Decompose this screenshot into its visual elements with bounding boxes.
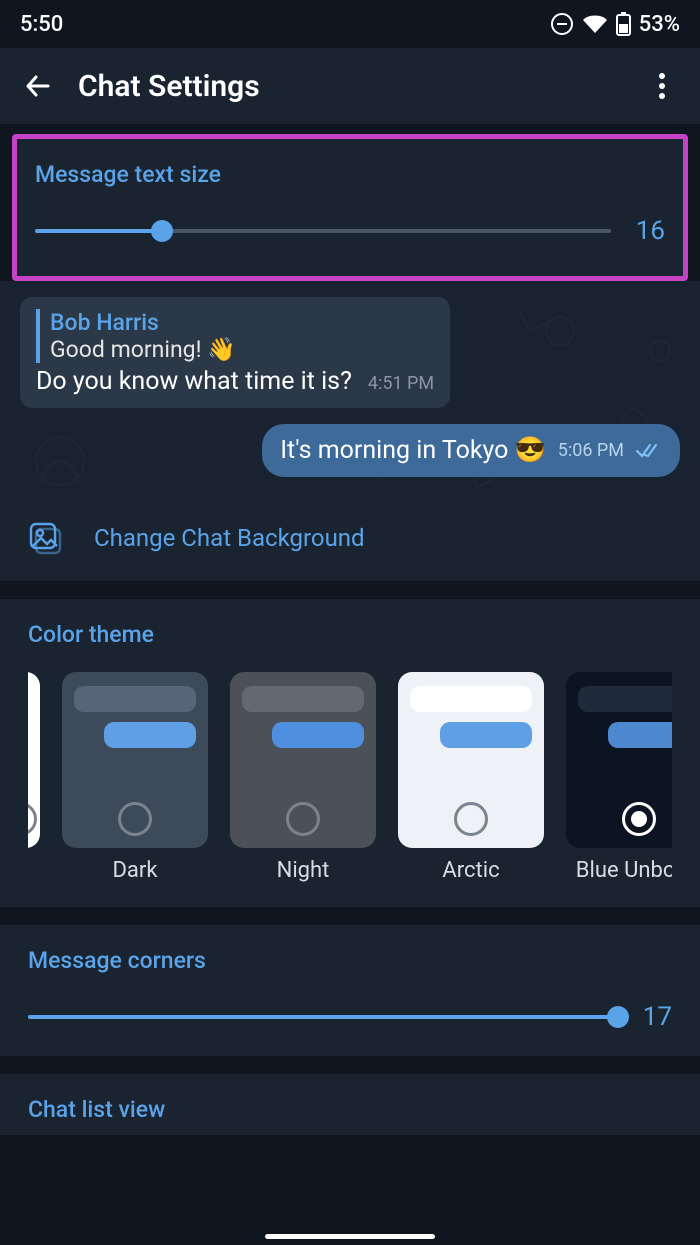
page-title: Chat Settings [78, 69, 636, 104]
chat-list-view-section: Chat list view [0, 1074, 700, 1135]
theme-label: Night [277, 858, 330, 883]
corners-value: 17 [636, 1002, 672, 1032]
reply-sender-name: Bob Harris [50, 309, 434, 336]
reply-block: Bob Harris Good morning! 👋 [36, 309, 434, 363]
theme-option[interactable] [28, 672, 40, 883]
theme-label: Arctic [442, 858, 499, 883]
change-background-row[interactable]: Change Chat Background [0, 495, 700, 581]
status-right: 53% [550, 12, 680, 37]
text-size-section: Message text size 16 [12, 134, 688, 281]
slider-thumb[interactable] [607, 1006, 629, 1028]
change-background-label: Change Chat Background [94, 524, 365, 552]
overflow-menu-button[interactable] [636, 60, 688, 112]
theme-bubble-out [104, 722, 196, 748]
theme-option[interactable]: ⋮ Blue Unbou… [566, 672, 672, 883]
more-vert-icon [658, 72, 666, 100]
theme-option[interactable]: Arctic [398, 672, 544, 883]
theme-radio[interactable] [622, 802, 656, 836]
theme-scroller[interactable]: Dark Night Arctic ⋮ Blue Unbou… [28, 672, 672, 883]
battery-percent: 53% [639, 12, 680, 37]
incoming-message-text: Do you know what time it is? [36, 367, 352, 396]
theme-radio[interactable] [286, 802, 320, 836]
home-indicator[interactable] [265, 1234, 435, 1239]
theme-bubble-in [242, 686, 364, 712]
message-corners-title: Message corners [28, 947, 672, 974]
slider-fill [28, 1015, 618, 1019]
incoming-message-time: 4:51 PM [368, 373, 434, 394]
theme-bubble-out [608, 722, 672, 748]
outgoing-message-bubble: It's morning in Tokyo 😎 5:06 PM [262, 424, 680, 477]
theme-label: Dark [112, 858, 157, 883]
reply-text: Good morning! 👋 [50, 336, 434, 363]
theme-option[interactable]: Dark [62, 672, 208, 883]
theme-bubble-in [74, 686, 196, 712]
slider-fill [35, 229, 162, 233]
outgoing-message-time: 5:06 PM [558, 440, 624, 461]
theme-label: Blue Unbou… [576, 858, 672, 883]
theme-radio[interactable] [28, 802, 37, 836]
read-checks-icon [636, 443, 662, 459]
battery-icon [616, 12, 631, 36]
corners-slider[interactable] [28, 1015, 618, 1019]
outgoing-message-text: It's morning in Tokyo 😎 [280, 436, 546, 465]
slider-thumb[interactable] [151, 220, 173, 242]
text-size-slider[interactable] [35, 229, 611, 233]
chat-list-view-title: Chat list view [28, 1096, 672, 1123]
theme-card[interactable] [230, 672, 376, 848]
incoming-message-bubble: Bob Harris Good morning! 👋 Do you know w… [20, 297, 450, 408]
app-bar: Chat Settings [0, 48, 700, 124]
theme-card[interactable] [28, 672, 40, 848]
theme-radio[interactable] [118, 802, 152, 836]
theme-card[interactable]: ⋮ [566, 672, 672, 848]
arrow-left-icon [22, 70, 54, 102]
theme-bubble-out [440, 722, 532, 748]
text-size-value: 16 [629, 216, 665, 246]
theme-option[interactable]: Night [230, 672, 376, 883]
theme-bubble-in [410, 686, 532, 712]
theme-bubble-in [578, 686, 672, 712]
color-theme-title: Color theme [28, 621, 672, 648]
chat-preview: Bob Harris Good morning! 👋 Do you know w… [0, 281, 700, 495]
theme-radio[interactable] [454, 802, 488, 836]
theme-card[interactable] [398, 672, 544, 848]
wallpaper-icon [28, 521, 62, 555]
status-bar: 5:50 53% [0, 0, 700, 48]
message-corners-section: Message corners 17 [0, 925, 700, 1056]
wifi-icon [582, 14, 608, 34]
theme-card[interactable] [62, 672, 208, 848]
text-size-title: Message text size [35, 161, 665, 188]
color-theme-section: Color theme Dark Night Arctic ⋮ Blue Unbou… [0, 599, 700, 907]
dnd-icon [550, 12, 574, 36]
back-button[interactable] [12, 60, 64, 112]
theme-bubble-out [272, 722, 364, 748]
status-time: 5:50 [20, 12, 63, 37]
